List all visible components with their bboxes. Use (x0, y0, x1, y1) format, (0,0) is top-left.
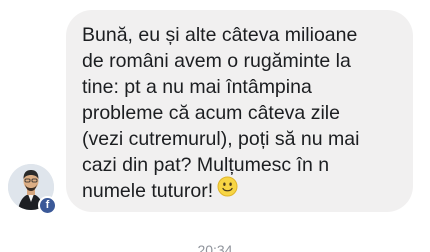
chat-thread: f Bună, eu și alte câteva milioane de ro… (0, 0, 430, 252)
facebook-badge-icon: f (38, 196, 57, 215)
message-bubble[interactable]: Bună, eu și alte câteva milioane de româ… (66, 10, 413, 212)
message-timestamp: 20:34 (197, 242, 233, 252)
smiling-face-emoji-icon (217, 176, 238, 204)
message-text: Bună, eu și alte câteva milioane de româ… (82, 22, 399, 206)
